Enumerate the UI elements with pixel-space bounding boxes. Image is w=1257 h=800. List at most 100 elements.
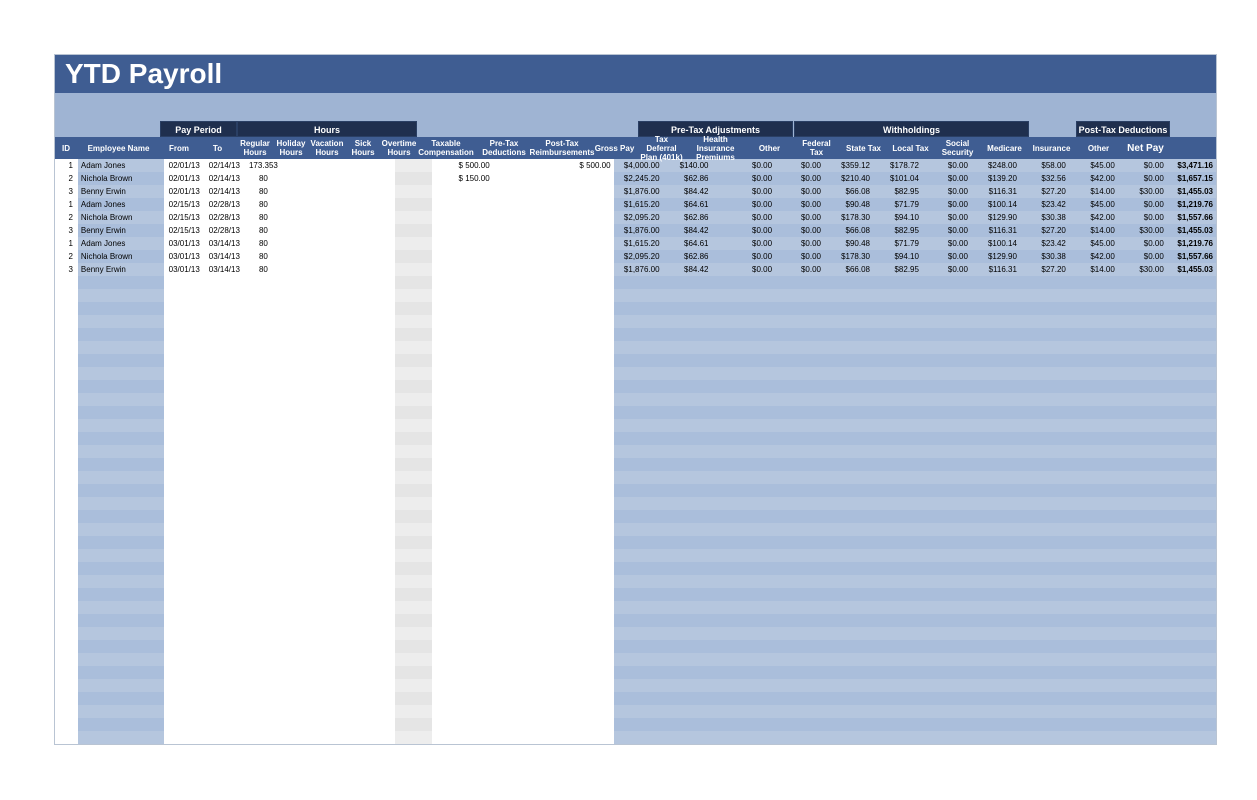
cell-ot (395, 705, 433, 718)
cell-hip (711, 406, 775, 419)
cell-ot (395, 263, 433, 276)
cell-oth2 (1118, 471, 1167, 484)
cell-hol (282, 549, 320, 562)
cell-ot (395, 627, 433, 640)
cell-to (204, 614, 245, 627)
cell-to (204, 562, 245, 575)
cell-tdp (663, 653, 712, 666)
cell-tdp: $84.42 (663, 185, 712, 198)
cell-fed: $66.08 (824, 263, 873, 276)
cell-loc (922, 575, 971, 588)
cell-id (55, 289, 78, 302)
hdr-txc: Taxable Compensation (417, 137, 475, 159)
cell-ptd (493, 705, 553, 718)
cell-ptd (493, 172, 553, 185)
cell-vac (320, 237, 358, 250)
cell-ss (971, 731, 1020, 744)
cell-fed (824, 458, 873, 471)
cell-from (164, 575, 204, 588)
cell-reg (245, 731, 283, 744)
cell-hol (282, 445, 320, 458)
cell-hol (282, 731, 320, 744)
table-row (55, 302, 1216, 315)
cell-to (204, 328, 245, 341)
cell-ins (1069, 679, 1118, 692)
cell-ot (395, 341, 433, 354)
cell-id (55, 653, 78, 666)
cell-ot (395, 432, 433, 445)
cell-oth2 (1118, 302, 1167, 315)
cell-tdp (663, 614, 712, 627)
cell-ins (1069, 276, 1118, 289)
cell-ins (1069, 354, 1118, 367)
cell-ss (971, 653, 1020, 666)
cell-net (1167, 653, 1216, 666)
cell-hol (282, 614, 320, 627)
cell-gross: $1,615.20 (614, 198, 663, 211)
cell-loc (922, 705, 971, 718)
cell-med (1020, 276, 1069, 289)
cell-net (1167, 432, 1216, 445)
table-row (55, 601, 1216, 614)
cell-ptr: $ 500.00 (553, 159, 613, 172)
cell-hol (282, 393, 320, 406)
cell-vac (320, 302, 358, 315)
cell-med (1020, 523, 1069, 536)
cell-to (204, 432, 245, 445)
cell-hol (282, 159, 320, 172)
cell-hip (711, 393, 775, 406)
cell-sick (357, 367, 395, 380)
cell-gross (614, 432, 663, 445)
cell-ot (395, 328, 433, 341)
cell-gross (614, 393, 663, 406)
cell-ptd (493, 575, 553, 588)
cell-oth1: $0.00 (775, 198, 824, 211)
cell-id (55, 341, 78, 354)
cell-oth2 (1118, 627, 1167, 640)
table-row (55, 380, 1216, 393)
cell-ptd (493, 185, 553, 198)
cell-loc (922, 614, 971, 627)
cell-net: $1,219.76 (1167, 198, 1216, 211)
cell-sick (357, 653, 395, 666)
cell-hip (711, 523, 775, 536)
cell-fed (824, 432, 873, 445)
cell-net (1167, 471, 1216, 484)
cell-oth1 (775, 471, 824, 484)
cell-tdp (663, 484, 712, 497)
cell-reg (245, 471, 283, 484)
cell-ptd (493, 341, 553, 354)
cell-to: 03/14/13 (204, 250, 245, 263)
cell-ptd (493, 562, 553, 575)
cell-hol (282, 432, 320, 445)
cell-ptr (553, 705, 613, 718)
cell-ss (971, 627, 1020, 640)
cell-vac (320, 367, 358, 380)
cell-hol (282, 198, 320, 211)
cell-oth1: $0.00 (775, 211, 824, 224)
cell-to (204, 406, 245, 419)
cell-name (78, 393, 165, 406)
cell-gross (614, 627, 663, 640)
cell-reg: 80 (245, 263, 283, 276)
cell-txc (432, 237, 492, 250)
cell-reg (245, 627, 283, 640)
cell-ptd (493, 536, 553, 549)
cell-sick (357, 380, 395, 393)
cell-txc (432, 471, 492, 484)
cell-from (164, 432, 204, 445)
cell-ot (395, 601, 433, 614)
cell-fed (824, 692, 873, 705)
cell-id (55, 432, 78, 445)
cell-hol (282, 250, 320, 263)
cell-ins (1069, 341, 1118, 354)
cell-txc (432, 653, 492, 666)
cell-reg: 80 (245, 198, 283, 211)
cell-oth1 (775, 315, 824, 328)
cell-hip (711, 354, 775, 367)
cell-from: 03/01/13 (164, 250, 204, 263)
cell-vac (320, 458, 358, 471)
cell-tdp (663, 536, 712, 549)
cell-from (164, 705, 204, 718)
cell-ptr (553, 172, 613, 185)
